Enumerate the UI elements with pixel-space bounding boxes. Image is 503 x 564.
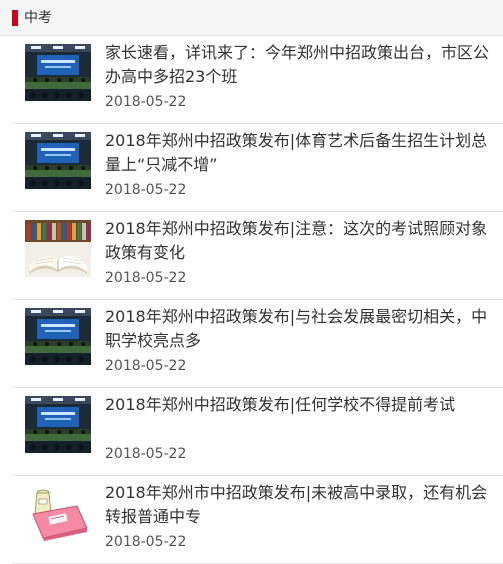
conference-photo-icon[interactable]: [25, 396, 91, 453]
open-book-photo-icon[interactable]: [25, 220, 91, 277]
section-marker: [12, 10, 18, 26]
conference-photo-icon[interactable]: [25, 44, 91, 101]
news-item[interactable]: 2018年郑州中招政策发布|任何学校不得提前考试 2018-05-22: [0, 388, 503, 476]
conference-photo-icon[interactable]: [25, 132, 91, 189]
news-item[interactable]: 家长速看，详讯来了：今年郑州中招政策出台，市区公办高中多招23个班 2018-0…: [0, 36, 503, 124]
news-date: 2018-05-22: [105, 270, 187, 286]
news-title[interactable]: 2018年郑州市中招政策发布|未被高中录取，还有机会转报普通中专: [105, 481, 490, 529]
section-title: 中考: [24, 10, 52, 26]
news-title[interactable]: 2018年郑州中招政策发布|与社会发展最密切相关，中职学校亮点多: [105, 305, 490, 353]
news-title[interactable]: 家长速看，详讯来了：今年郑州中招政策出台，市区公办高中多招23个班: [105, 41, 490, 89]
news-title[interactable]: 2018年郑州中招政策发布|体育艺术后备生招生计划总量上“只减不增”: [105, 129, 490, 177]
news-list: 家长速看，详讯来了：今年郑州中招政策出台，市区公办高中多招23个班 2018-0…: [0, 36, 503, 564]
news-item[interactable]: 2018年郑州市中招政策发布|未被高中录取，还有机会转报普通中专 2018-05…: [0, 476, 503, 564]
section-header: 中考: [0, 0, 503, 36]
news-item[interactable]: 2018年郑州中招政策发布|注意：这次的考试照顾对象政策有变化 2018-05-…: [0, 212, 503, 300]
pink-book-icon[interactable]: [25, 484, 91, 541]
news-title[interactable]: 2018年郑州中招政策发布|任何学校不得提前考试: [105, 393, 490, 417]
news-date: 2018-05-22: [105, 534, 187, 550]
news-date: 2018-05-22: [105, 358, 187, 374]
news-title[interactable]: 2018年郑州中招政策发布|注意：这次的考试照顾对象政策有变化: [105, 217, 490, 265]
conference-photo-icon[interactable]: [25, 308, 91, 365]
news-date: 2018-05-22: [105, 94, 187, 110]
news-date: 2018-05-22: [105, 446, 187, 462]
news-item[interactable]: 2018年郑州中招政策发布|体育艺术后备生招生计划总量上“只减不增” 2018-…: [0, 124, 503, 212]
news-item[interactable]: 2018年郑州中招政策发布|与社会发展最密切相关，中职学校亮点多 2018-05…: [0, 300, 503, 388]
news-date: 2018-05-22: [105, 182, 187, 198]
